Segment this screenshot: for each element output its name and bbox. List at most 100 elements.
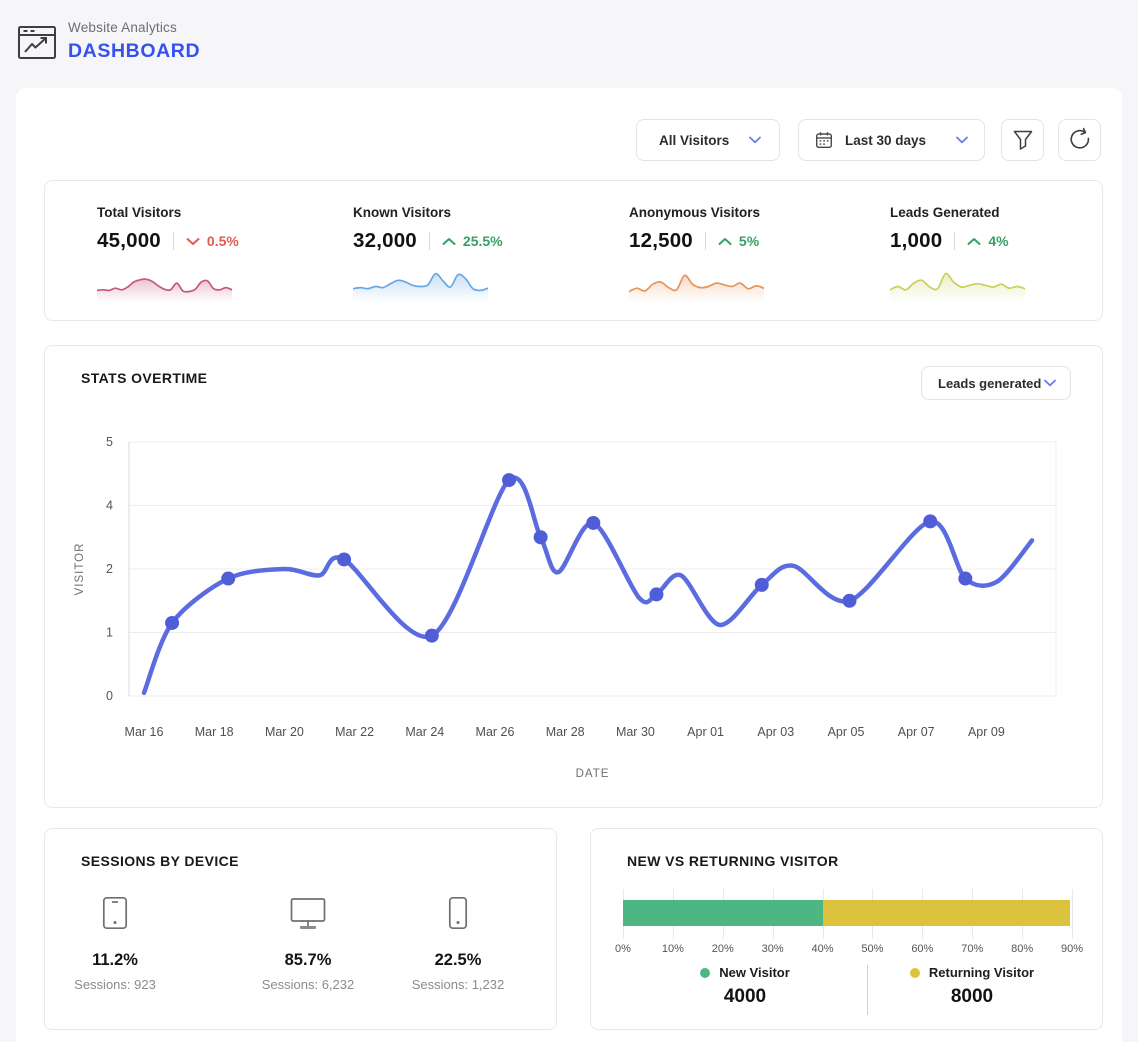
data-point-dot: [843, 594, 857, 608]
visitor-stacked-bar: [623, 889, 1072, 939]
stat-value: 45,000: [97, 229, 161, 253]
refresh-button[interactable]: [1058, 119, 1101, 161]
x-axis-tick-label: Apr 01: [687, 725, 724, 739]
stat-change: 25.5%: [463, 233, 503, 249]
visitor-filter-dropdown[interactable]: All Visitors: [636, 119, 780, 161]
trend-down-icon: [186, 237, 200, 246]
new-vs-returning-title: NEW VS RETURNING VISITOR: [627, 853, 839, 869]
legend-label: Returning Visitor: [929, 965, 1034, 980]
divider: [429, 232, 430, 250]
desktop-icon: [238, 893, 378, 933]
axis-tick-label: 80%: [1011, 943, 1033, 955]
device-percent: 11.2%: [45, 951, 185, 970]
data-point-dot: [534, 530, 548, 544]
data-point-dot: [337, 552, 351, 566]
stat-label: Known Visitors: [353, 205, 451, 220]
filter-button[interactable]: [1001, 119, 1044, 161]
trend-up-icon: [718, 237, 732, 246]
returning-visitor-dot-icon: [910, 968, 920, 978]
x-axis-tick-label: Mar 16: [125, 725, 164, 739]
stat-leads-generated: Leads Generated 1,000 4%: [890, 181, 1138, 322]
divider: [954, 232, 955, 250]
axis-tick-label: 10%: [662, 943, 684, 955]
data-point-dot: [923, 514, 937, 528]
data-point-dot: [755, 578, 769, 592]
sparkline-chart: [890, 263, 1025, 301]
stat-change: 5%: [739, 233, 759, 249]
axis-tick-label: 70%: [961, 943, 983, 955]
stat-total-visitors: Total Visitors 45,000 0.5%: [97, 181, 347, 322]
calendar-icon: [815, 131, 833, 149]
device-percent: 22.5%: [388, 951, 528, 970]
data-point-dot: [958, 572, 972, 586]
axis-tick-label: 30%: [762, 943, 784, 955]
device-sessions: Sessions: 923: [45, 977, 185, 992]
x-axis-tick-label: Apr 03: [757, 725, 794, 739]
device-sessions: Sessions: 1,232: [388, 977, 528, 992]
bar-axis-ticks: 0%10%20%30%40%50%60%70%80%90%: [623, 943, 1072, 957]
data-point-dot: [221, 572, 235, 586]
stat-change: 4%: [988, 233, 1008, 249]
stat-value: 1,000: [890, 229, 942, 253]
x-axis-tick-label: Mar 26: [476, 725, 515, 739]
date-range-value: Last 30 days: [845, 133, 926, 148]
sparkline-chart: [353, 263, 488, 301]
stacked-bar: [623, 900, 1070, 926]
dashboard-page: Website Analytics DASHBOARD All Visitors: [0, 0, 1138, 1042]
chevron-down-icon: [956, 136, 968, 144]
visitor-filter-value: All Visitors: [659, 133, 729, 148]
filter-funnel-icon: [1010, 127, 1036, 153]
x-axis-tick-label: Apr 09: [968, 725, 1005, 739]
date-range-dropdown[interactable]: Last 30 days: [798, 119, 985, 161]
x-axis-tick-label: Mar 30: [616, 725, 655, 739]
legend-new-visitor: New Visitor 4000: [623, 965, 867, 1021]
legend-value: 4000: [623, 986, 867, 1008]
visitors-line-chart: 54210Mar 16Mar 18Mar 20Mar 22Mar 24Mar 2…: [45, 346, 1104, 807]
trend-up-icon: [967, 237, 981, 246]
axis-tick-label: 90%: [1061, 943, 1083, 955]
data-point-dot: [586, 516, 600, 530]
stat-change: 0.5%: [207, 233, 239, 249]
stat-label: Anonymous Visitors: [629, 205, 760, 220]
x-axis-tick-label: Apr 07: [898, 725, 935, 739]
trend-up-icon: [442, 237, 456, 246]
chevron-down-icon: [749, 136, 761, 144]
stat-known-visitors: Known Visitors 32,000 25.5%: [353, 181, 603, 322]
stat-label: Total Visitors: [97, 205, 181, 220]
refresh-icon: [1067, 127, 1093, 153]
legend-divider: [867, 965, 868, 1015]
y-axis-tick-label: 0: [106, 689, 113, 703]
y-axis-tick-label: 2: [106, 562, 113, 576]
x-axis-title: DATE: [576, 768, 610, 780]
data-point-dot: [425, 629, 439, 643]
divider: [705, 232, 706, 250]
app-title: Website Analytics: [68, 20, 200, 35]
legend-returning-visitor: Returning Visitor 8000: [869, 965, 1075, 1021]
x-axis-tick-label: Apr 05: [828, 725, 865, 739]
axis-tick-label: 20%: [712, 943, 734, 955]
axis-tick-label: 50%: [861, 943, 883, 955]
axis-tick-label: 0%: [615, 943, 631, 955]
bar-gridline: [1072, 889, 1073, 939]
stats-summary-card: Total Visitors 45,000 0.5% Known Visitor…: [44, 180, 1103, 321]
new-visitor-dot-icon: [700, 968, 710, 978]
y-axis-tick-label: 1: [106, 626, 113, 640]
stat-label: Leads Generated: [890, 205, 1000, 220]
x-axis-tick-label: Mar 20: [265, 725, 304, 739]
y-axis-title: VISITOR: [74, 543, 86, 596]
stat-value: 12,500: [629, 229, 693, 253]
bar-segment-returning-visitor: [823, 900, 1070, 926]
new-vs-returning-card: NEW VS RETURNING VISITOR 0%10%20%30%40%5…: [590, 828, 1103, 1030]
mobile-icon: [388, 893, 528, 933]
y-axis-tick-label: 4: [106, 499, 113, 513]
sessions-by-device-title: SESSIONS BY DEVICE: [81, 853, 239, 869]
legend-label: New Visitor: [719, 965, 790, 980]
y-axis-tick-label: 5: [106, 435, 113, 449]
device-sessions: Sessions: 6,232: [238, 977, 378, 992]
x-axis-tick-label: Mar 28: [546, 725, 585, 739]
x-axis-tick-label: Mar 18: [195, 725, 234, 739]
data-point-dot: [502, 473, 516, 487]
bar-segment-new-visitor: [623, 900, 823, 926]
device-percent: 85.7%: [238, 951, 378, 970]
sparkline-chart: [629, 263, 764, 301]
